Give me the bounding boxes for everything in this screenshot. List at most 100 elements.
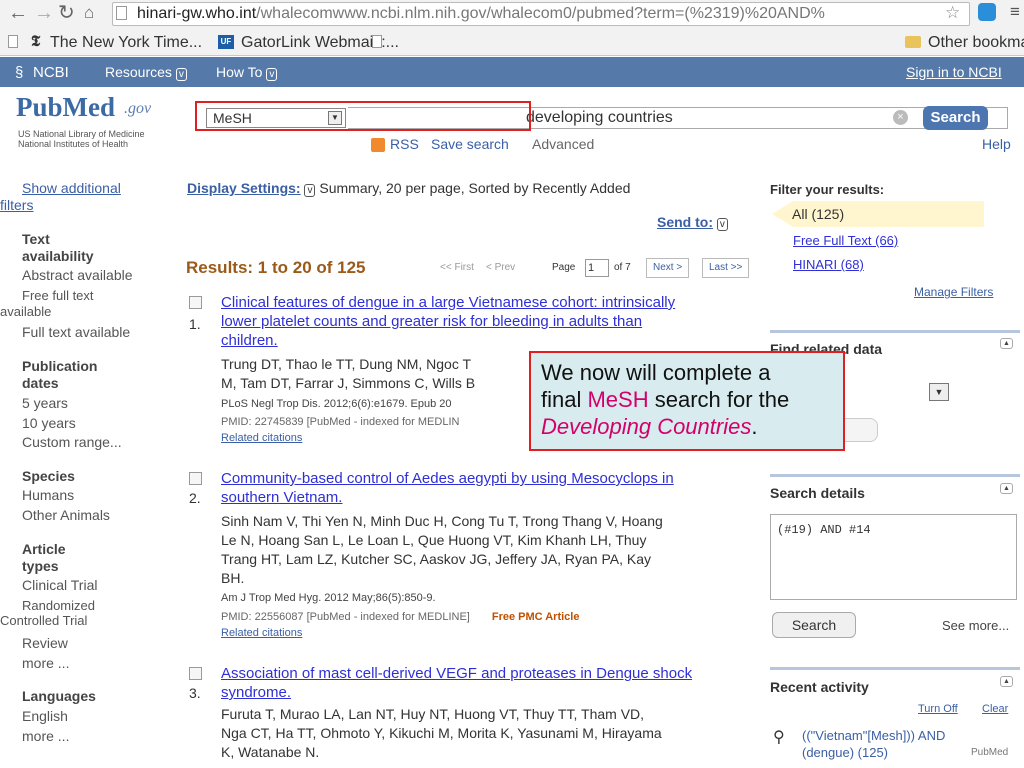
recent-query-line2[interactable]: (dengue) (125) [802,745,888,760]
filter-rct[interactable]: Randomized [22,598,95,613]
clear-link[interactable]: Clear [982,703,1008,715]
advanced-link[interactable]: Advanced [532,136,594,152]
highlight-box [195,101,531,131]
callout-period: . [751,414,758,439]
chevron-down-icon[interactable]: v [716,218,728,231]
filter-abstract-available[interactable]: Abstract available [22,267,133,283]
rss-icon[interactable] [371,138,385,152]
bookmark-other[interactable]: Other bookmar [928,34,1024,52]
filter-free-full-text-link[interactable]: Free Full Text (66) [793,233,898,248]
result-1-number: 1. [189,316,201,332]
recent-activity-divider [770,667,1020,670]
filters-link[interactable]: filters [0,197,33,213]
filter-free-full-text-2[interactable]: available [0,304,51,319]
skype-extension-icon[interactable] [978,3,996,21]
result-2-title[interactable]: Community-based control of Aedes aegypti… [221,469,751,507]
article-types-more[interactable]: more ... [22,655,69,671]
languages-more[interactable]: more ... [22,728,69,744]
manage-filters-link[interactable]: Manage Filters [914,285,993,299]
filter-review[interactable]: Review [22,635,68,651]
result-3-checkbox[interactable] [189,667,202,680]
filter-english[interactable]: English [22,708,68,724]
result-2-authors-line1: Sinh Nam V, Thi Yen N, Minh Duc H, Cong … [221,513,663,529]
collapse-icon[interactable]: ▲ [1000,338,1013,349]
result-1-related-citations[interactable]: Related citations [221,432,302,444]
display-settings-label[interactable]: Display Settings: [187,180,301,196]
see-more-link[interactable]: See more... [942,618,1009,633]
dropdown-arrow-icon[interactable]: ▼ [929,383,949,401]
send-to-menu[interactable]: Send to: v [657,214,728,231]
filter-humans[interactable]: Humans [22,487,74,503]
help-link[interactable]: Help [982,136,1011,152]
show-additional-filters-link[interactable]: Show additional [22,180,121,196]
result-3-title[interactable]: Association of mast cell-derived VEGF an… [221,664,751,702]
pubmed-logo[interactable]: PubMed .gov US National Library of Medic… [14,92,164,150]
url-host: hinari-gw.who.int [137,5,257,22]
ncbi-brand[interactable]: NCBI [33,64,69,81]
collapse-icon[interactable]: ▲ [1000,483,1013,494]
result-1-checkbox[interactable] [189,296,202,309]
back-arrow-icon[interactable]: ← [8,2,28,24]
howto-menu[interactable]: How To v [216,64,278,81]
filter-hinari-link[interactable]: HINARI (68) [793,257,864,272]
result-2-checkbox[interactable] [189,472,202,485]
apps-page-icon[interactable] [8,35,18,48]
display-settings[interactable]: Display Settings: v Summary, 20 per page… [187,180,630,197]
result-1-title-line3: children. [221,332,278,349]
pager-prev[interactable]: < Prev [486,262,515,273]
result-3-authors-line2: Nga CT, Ha TT, Ohmoto Y, Kikuchi M, Mori… [221,725,662,741]
find-items-button[interactable] [842,418,878,442]
menu-icon[interactable]: ≡ [1010,2,1020,22]
resources-menu[interactable]: Resources v [105,64,187,81]
pager-first[interactable]: << First [440,262,474,273]
filter-clinical-trial[interactable]: Clinical Trial [22,577,97,593]
filter-all[interactable]: All (125) [772,201,984,227]
resources-label: Resources [105,64,172,80]
publication-dates-heading: Publication [22,358,98,374]
filter-free-full-text[interactable]: Free full text [22,288,94,303]
result-3-authors: Furuta T, Murao LA, Lan NT, Huy NT, Huon… [221,705,761,762]
recent-query-line1[interactable]: (("Vietnam"[Mesh])) AND [802,728,945,743]
clear-search-icon[interactable]: × [893,110,908,125]
result-2-related-citations[interactable]: Related citations [221,627,302,639]
forward-arrow-icon[interactable]: → [34,2,54,24]
callout-line2-end: search for the [648,387,790,412]
filter-rct-2[interactable]: Controlled Trial [0,613,87,628]
search-details-title: Search details [770,485,865,501]
text-availability-heading: Text [22,231,50,247]
filter-5-years[interactable]: 5 years [22,395,68,411]
signin-link[interactable]: Sign in to NCBI [906,64,1002,80]
filter-10-years[interactable]: 10 years [22,415,76,431]
result-2-authors-line4: BH. [221,570,245,586]
pager-next-button[interactable]: Next > [646,258,690,278]
search-button[interactable]: Search [923,106,988,130]
bookmark-page-icon[interactable] [372,35,382,48]
languages-heading: Languages [22,688,96,704]
home-icon[interactable]: ⌂ [84,2,94,24]
result-1-title-line1: Clinical features of dengue in a large V… [221,294,676,311]
address-bar[interactable]: hinari-gw.who.int/whalecomwww.ncbi.nlm.n… [112,2,970,26]
result-2-pmid-line: PMID: 22556087 [PubMed - indexed for MED… [221,611,579,623]
result-3-number: 3. [189,685,201,701]
filter-full-text-available[interactable]: Full text available [22,324,130,340]
turn-off-link[interactable]: Turn Off [918,703,958,715]
search-details-textarea[interactable]: (#19) AND #14 [770,514,1017,600]
reload-icon[interactable]: ↻ [58,2,75,24]
filter-other-animals[interactable]: Other Animals [22,507,110,523]
article-types-heading: Article [22,541,66,557]
filter-custom-range[interactable]: Custom range... [22,434,122,450]
logo-subtitle-nih: National Institutes of Health [18,139,129,149]
result-1-title[interactable]: Clinical features of dengue in a large V… [221,293,751,350]
bookmark-nyt[interactable]: The New York Time... [50,34,202,52]
star-icon[interactable]: ☆ [945,3,960,23]
save-search-link[interactable]: Save search [431,136,509,152]
pager-last-button[interactable]: Last >> [702,258,750,278]
callout-line2-start: final [541,387,588,412]
send-to-label[interactable]: Send to: [657,214,713,230]
rss-link[interactable]: RSS [390,136,419,152]
chevron-down-icon[interactable]: v [304,184,316,197]
search-details-search-button[interactable]: Search [772,612,856,638]
collapse-icon[interactable]: ▲ [1000,676,1013,687]
result-2-free-pmc[interactable]: Free PMC Article [492,611,580,623]
pager-page-input[interactable]: 1 [585,259,609,277]
